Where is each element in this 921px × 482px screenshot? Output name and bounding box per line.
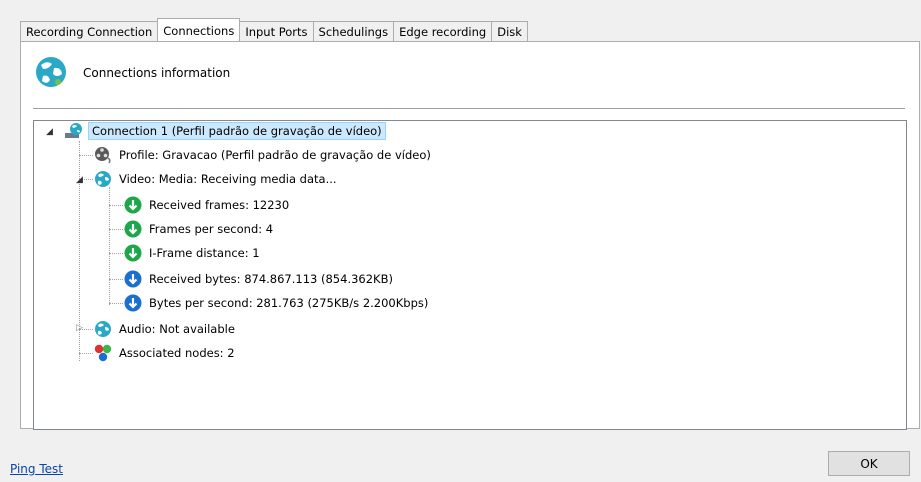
colored-dots-icon [94,344,112,362]
green-down-arrow-icon [124,220,142,238]
tree-node-audio[interactable]: Audio: Not available [94,319,238,339]
globe-network-icon [95,171,111,187]
connections-tree[interactable]: ◢ Connection 1 (Perfil padrão de gravaçã… [33,120,907,430]
connection-globe-icon [65,123,82,138]
tree-node-label: Received frames: 12230 [149,198,290,212]
tree-node-profile[interactable]: Profile: Gravacao (Perfil padrão de grav… [94,145,434,165]
tree-node-received-frames[interactable]: Received frames: 12230 [124,195,292,215]
tree-node-label: Associated nodes: 2 [119,346,235,360]
tree-node-label: Frames per second: 4 [149,222,274,236]
tree-node-received-bytes[interactable]: Received bytes: 874.867.113 (854.362KB) [124,269,396,289]
expand-arrow-icon[interactable]: ▷ [76,323,83,333]
blue-down-arrow-icon [124,270,142,288]
tree-node-label: I-Frame distance: 1 [149,246,260,260]
green-down-arrow-icon [124,196,142,214]
film-reel-icon [95,147,111,164]
tree-node-associated-nodes[interactable]: Associated nodes: 2 [94,343,238,363]
tab-schedulings[interactable]: Schedulings [312,21,395,42]
ping-test-link[interactable]: Ping Test [10,462,63,476]
tab-input-ports[interactable]: Input Ports [239,21,314,42]
blue-down-arrow-icon [124,294,142,312]
collapse-arrow-icon[interactable]: ◢ [46,127,53,137]
tree-node-frames-per-second[interactable]: Frames per second: 4 [124,219,276,239]
tree-node-label: Received bytes: 874.867.113 (854.362KB) [149,272,393,286]
tab-connections[interactable]: Connections [157,18,241,41]
tab-edge-recording[interactable]: Edge recording [393,21,493,42]
tab-panel: Connections information ◢ Connection 1 (… [20,41,920,430]
tree-node-video[interactable]: Video: Media: Receiving media data... [94,169,340,189]
section-title: Connections information [83,66,231,80]
globe-network-icon [95,321,111,337]
globe-network-icon [36,57,66,87]
tree-node-bytes-per-second[interactable]: Bytes per second: 281.763 (275KB/s 2.200… [124,293,431,313]
tab-disk[interactable]: Disk [491,21,528,42]
tree-node-label: Video: Media: Receiving media data... [119,172,337,186]
tree-node-label: Audio: Not available [119,322,235,336]
tab-strip: Recording Connection Connections Input P… [20,18,528,42]
ok-button[interactable]: OK [828,451,910,476]
tree-node-iframe-distance[interactable]: I-Frame distance: 1 [124,243,263,263]
tree-node-label: Connection 1 (Perfil padrão de gravação … [88,122,386,140]
tree-node-connection[interactable]: Connection 1 (Perfil padrão de gravação … [62,121,386,141]
tree-node-label: Profile: Gravacao (Perfil padrão de grav… [119,148,431,162]
green-down-arrow-icon [124,244,142,262]
tab-recording-connection[interactable]: Recording Connection [20,21,159,42]
collapse-arrow-icon[interactable]: ◢ [76,175,83,185]
tree-node-label: Bytes per second: 281.763 (275KB/s 2.200… [149,296,429,310]
divider [33,108,905,109]
